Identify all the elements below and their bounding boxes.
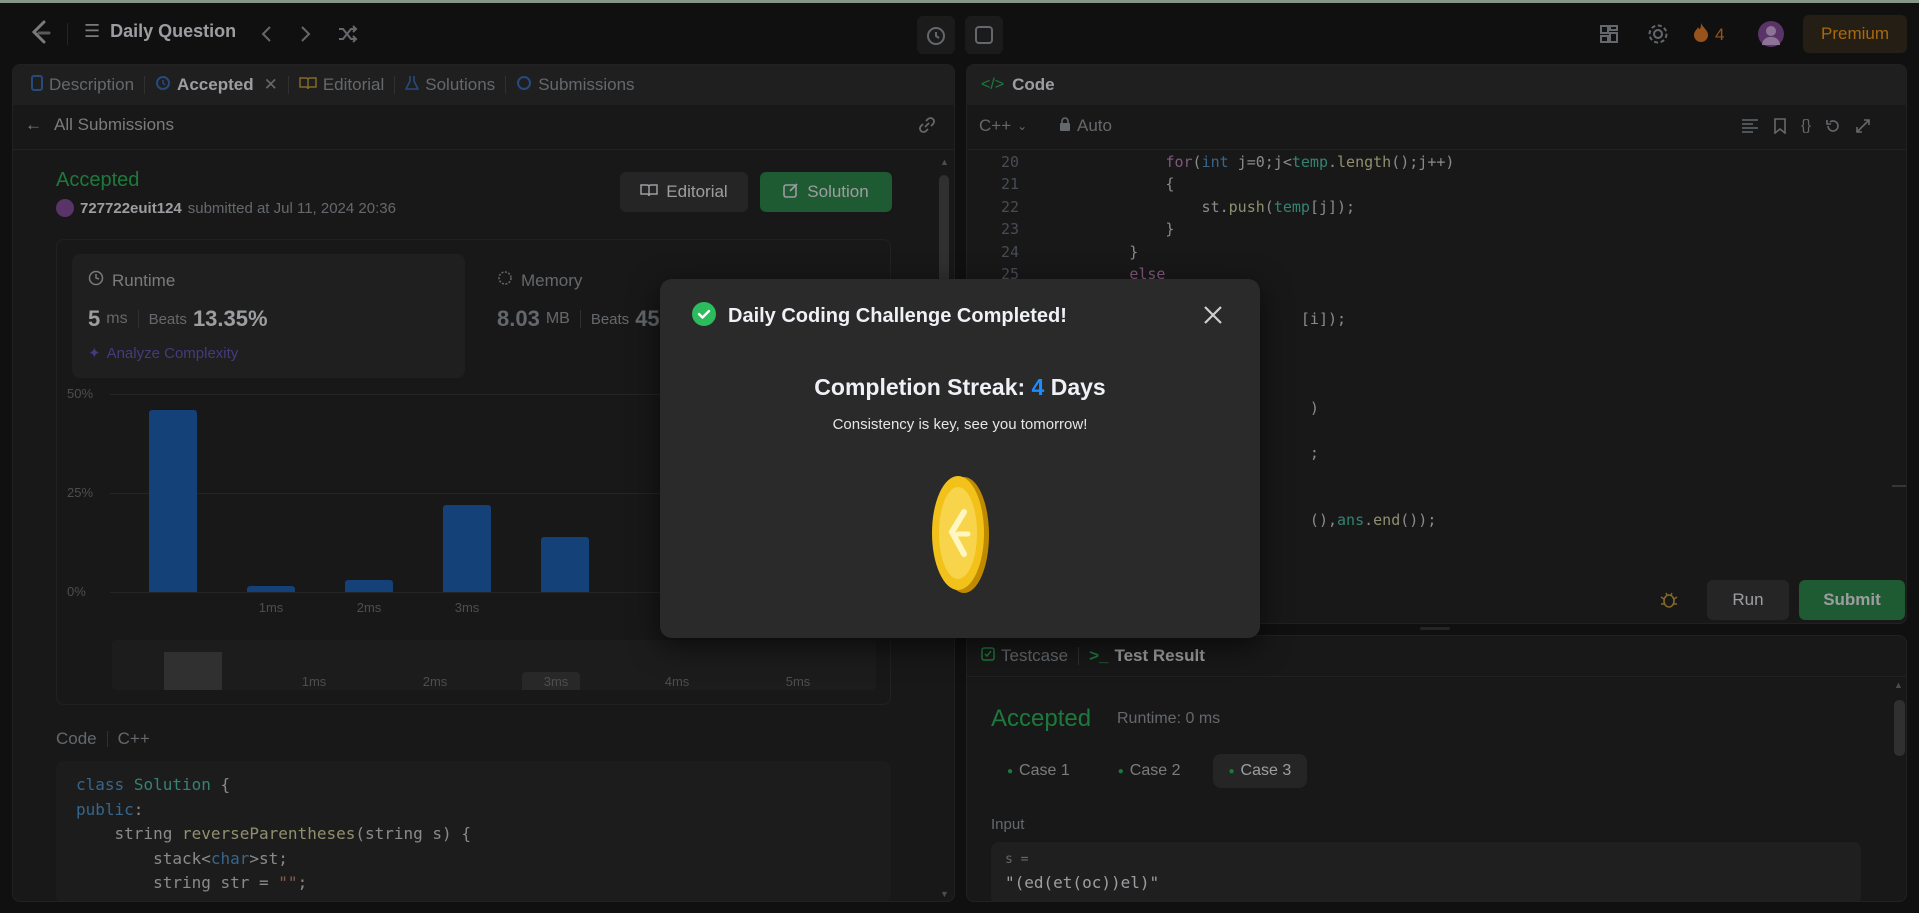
streak-suffix: Days (1050, 374, 1106, 400)
streak-heading: Completion Streak: 4 Days (660, 374, 1260, 401)
leetcode-coin-icon (926, 474, 994, 601)
streak-days: 4 (1031, 374, 1045, 400)
streak-prefix: Completion Streak: (814, 374, 1026, 400)
daily-challenge-modal: Daily Coding Challenge Completed! Comple… (660, 279, 1260, 638)
close-icon[interactable] (1198, 300, 1228, 330)
modal-header: Daily Coding Challenge Completed! (692, 302, 1067, 331)
modal-title: Daily Coding Challenge Completed! (728, 305, 1067, 327)
check-circle-icon (692, 302, 716, 331)
streak-message: Consistency is key, see you tomorrow! (832, 416, 1088, 433)
